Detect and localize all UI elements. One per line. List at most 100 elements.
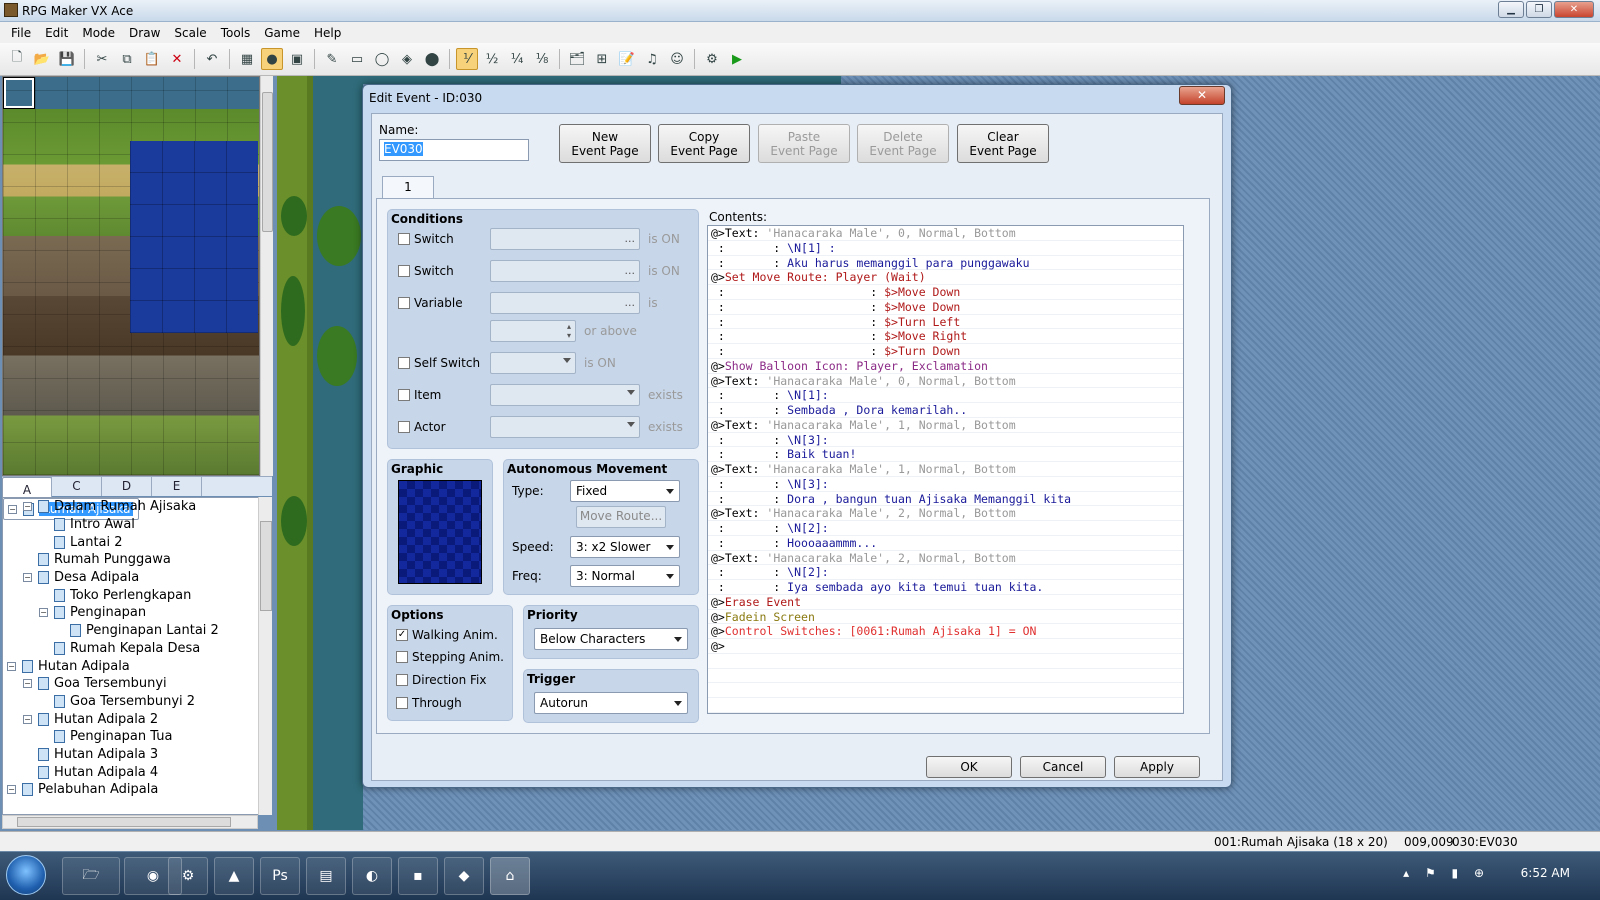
event-command-line[interactable]: : : Sembada , Dora kemarilah..: [708, 403, 1183, 418]
close-button[interactable]: ✕: [1554, 1, 1594, 18]
start-button[interactable]: [6, 855, 46, 895]
event-command-line[interactable]: : : $>Move Right: [708, 329, 1183, 344]
tree-collapse-icon[interactable]: −: [7, 661, 16, 671]
event-command-line[interactable]: : : $>Move Down: [708, 285, 1183, 300]
menu-mode[interactable]: Mode: [75, 26, 122, 40]
paste-icon[interactable]: 📋: [141, 48, 163, 70]
event-command-line[interactable]: @>Show Balloon Icon: Player, Exclamation: [708, 359, 1183, 374]
event-command-line[interactable]: : : \N[3]:: [708, 433, 1183, 448]
taskbar-explorer-icon[interactable]: 🗁: [62, 857, 120, 895]
event-command-line[interactable]: : : \N[3]:: [708, 477, 1183, 492]
system-tray-icons[interactable]: ▴ ⚑ ▮ ⊕: [1403, 866, 1490, 880]
menu-tools[interactable]: Tools: [214, 26, 258, 40]
map-tree-item[interactable]: Rumah Kepala Desa: [3, 640, 259, 658]
new-project-icon[interactable]: 🗋: [6, 48, 28, 70]
clear-event-page-button[interactable]: Clear Event Page: [957, 124, 1049, 163]
event-command-line[interactable]: @>Text: 'Hanacaraka Male', 2, Normal, Bo…: [708, 551, 1183, 566]
pencil-icon[interactable]: ✎: [321, 48, 343, 70]
map-tree[interactable]: − Rumah Ajisaka − Dalam Rumah Ajisaka Intro …: [2, 497, 260, 815]
database-icon[interactable]: 🗂: [566, 48, 588, 70]
stepping-anim-checkbox[interactable]: Stepping Anim.: [396, 650, 504, 664]
item-checkbox[interactable]: Item: [398, 388, 441, 402]
event-command-line[interactable]: @>Text: 'Hanacaraka Male', 1, Normal, Bo…: [708, 462, 1183, 477]
event-command-line[interactable]: : : Aku harus memanggil para punggawaku: [708, 256, 1183, 271]
undo-icon[interactable]: ↶: [201, 48, 223, 70]
map-tree-item[interactable]: Intro Awal: [3, 516, 259, 534]
freq-select[interactable]: 3: Normal: [570, 565, 680, 587]
map-tree-item[interactable]: − Hutan Adipala: [3, 657, 259, 675]
ellipse-icon[interactable]: ◯: [371, 48, 393, 70]
taskbar-media-icon[interactable]: ◐: [352, 857, 392, 895]
map-tree-hscrollbar[interactable]: [2, 815, 258, 829]
map-tree-item[interactable]: − Desa Adipala: [3, 569, 259, 587]
paste-event-page-button[interactable]: Paste Event Page: [758, 124, 850, 163]
map-tree-scrollbar[interactable]: [258, 497, 272, 815]
map-tree-item[interactable]: Rumah Punggawa: [3, 551, 259, 569]
map-tree-item[interactable]: Hutan Adipala 3: [3, 746, 259, 764]
event-command-line[interactable]: : : \N[1] :: [708, 241, 1183, 256]
character-generator-icon[interactable]: ☺: [666, 48, 688, 70]
event-command-line[interactable]: @>Text: 'Hanacaraka Male', 2, Normal, Bo…: [708, 506, 1183, 521]
event-command-line[interactable]: @>Text: 'Hanacaraka Male', 0, Normal, Bo…: [708, 226, 1183, 241]
map-tree-item[interactable]: Penginapan Tua: [3, 728, 259, 746]
switch1-checkbox[interactable]: Switch: [398, 232, 454, 246]
copy-icon[interactable]: ⧉: [116, 48, 138, 70]
map-tree-item[interactable]: Hutan Adipala 4: [3, 763, 259, 781]
resource-manager-icon[interactable]: ⊞: [591, 48, 613, 70]
flood-fill-icon[interactable]: ◈: [396, 48, 418, 70]
event-command-line[interactable]: : : $>Move Down: [708, 300, 1183, 315]
sound-test-icon[interactable]: ♫: [641, 48, 663, 70]
tileset-tab-e[interactable]: E: [152, 477, 202, 496]
tileset-scrollbar[interactable]: [260, 76, 273, 476]
ok-button[interactable]: OK: [926, 756, 1012, 778]
event-graphic-preview[interactable]: [398, 480, 482, 584]
map-tree-item[interactable]: − Penginapan: [3, 604, 259, 622]
menu-scale[interactable]: Scale: [167, 26, 213, 40]
maximize-button[interactable]: ❐: [1526, 1, 1552, 18]
rectangle-icon[interactable]: ▭: [346, 48, 368, 70]
taskbar-rpgmaker-icon[interactable]: ⌂: [490, 857, 530, 895]
cut-icon[interactable]: ✂: [91, 48, 113, 70]
tree-collapse-icon[interactable]: −: [23, 502, 32, 512]
delete-event-page-button[interactable]: Delete Event Page: [857, 124, 949, 163]
event-command-line[interactable]: : : \N[2]:: [708, 565, 1183, 580]
event-command-line[interactable]: @>: [708, 639, 1183, 654]
zoom-1-8-icon[interactable]: ⅛: [531, 48, 553, 70]
menu-file[interactable]: File: [4, 26, 38, 40]
trigger-select[interactable]: Autorun: [534, 692, 688, 714]
type-select[interactable]: Fixed: [570, 480, 680, 502]
event-command-line[interactable]: : : Baik tuan!: [708, 447, 1183, 462]
tileset-palette[interactable]: [2, 76, 260, 476]
event-command-line[interactable]: @>Control Switches: [0061:Rumah Ajisaka …: [708, 624, 1183, 639]
menu-edit[interactable]: Edit: [38, 26, 75, 40]
event-command-line[interactable]: @>Erase Event: [708, 595, 1183, 610]
self-switch-checkbox[interactable]: Self Switch: [398, 356, 480, 370]
map-tree-item[interactable]: − Pelabuhan Adipala: [3, 781, 259, 799]
tree-collapse-icon[interactable]: −: [23, 714, 32, 724]
minimize-button[interactable]: ▁: [1498, 1, 1524, 18]
tileset-tab-a[interactable]: A: [2, 477, 52, 499]
event-command-line[interactable]: : : \N[2]:: [708, 521, 1183, 536]
map-tree-item[interactable]: Penginapan Lantai 2: [3, 622, 259, 640]
taskbar-app-icon[interactable]: ▲: [214, 857, 254, 895]
taskbar-photoshop-icon[interactable]: Ps: [260, 857, 300, 895]
cancel-button[interactable]: Cancel: [1020, 756, 1106, 778]
speed-select[interactable]: 3: x2 Slower: [570, 536, 680, 558]
save-project-icon[interactable]: 💾: [56, 48, 78, 70]
taskbar-game-icon[interactable]: ◆: [444, 857, 484, 895]
region-mode-icon[interactable]: ▣: [286, 48, 308, 70]
menu-draw[interactable]: Draw: [122, 26, 167, 40]
variable-checkbox[interactable]: Variable: [398, 296, 463, 310]
zoom-1-2-icon[interactable]: ½: [481, 48, 503, 70]
switch2-checkbox[interactable]: Switch: [398, 264, 454, 278]
zoom-1-4-icon[interactable]: ¼: [506, 48, 528, 70]
event-mode-icon[interactable]: ●: [261, 48, 283, 70]
direction-fix-checkbox[interactable]: Direction Fix: [396, 673, 487, 687]
event-command-line[interactable]: @>Fadein Screen: [708, 610, 1183, 625]
event-command-line[interactable]: : : Dora , bangun tuan Ajisaka Memanggil…: [708, 492, 1183, 507]
event-command-line[interactable]: : : Hoooaaammm...: [708, 536, 1183, 551]
open-project-icon[interactable]: 📂: [31, 48, 53, 70]
name-input[interactable]: EV030: [379, 139, 529, 161]
copy-event-page-button[interactable]: Copy Event Page: [658, 124, 750, 163]
zoom-1-1-icon[interactable]: ⅟: [456, 48, 478, 70]
